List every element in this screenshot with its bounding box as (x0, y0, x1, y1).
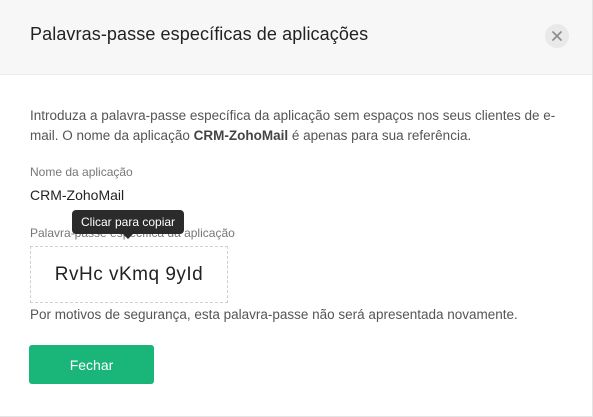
app-name-value: CRM-ZohoMail (30, 187, 125, 203)
app-name-label: Nome da aplicação (30, 165, 133, 179)
copy-tooltip: Clicar para copiar (72, 210, 185, 239)
app-password-copy-box[interactable]: RvHc vKmq 9yId (30, 246, 228, 303)
close-dialog-button[interactable] (545, 24, 569, 48)
close-icon (552, 31, 562, 41)
dialog-header: Palavras-passe específicas de aplicações (0, 0, 592, 75)
copy-tooltip-text: Clicar para copiar (81, 215, 176, 229)
dialog-title: Palavras-passe específicas de aplicações (30, 24, 369, 44)
intro-text-part2: é apenas para sua referência. (288, 128, 472, 143)
app-password-dialog: Palavras-passe específicas de aplicações… (0, 0, 593, 417)
intro-app-name: CRM-ZohoMail (193, 128, 289, 143)
app-password-value: RvHc vKmq 9yId (54, 263, 204, 285)
tooltip-arrow (123, 234, 134, 239)
security-note: Por motivos de segurança, esta palavra-p… (30, 307, 518, 322)
intro-text: Introduza a palavra-passe específica da … (30, 106, 560, 146)
close-button[interactable]: Fechar (29, 345, 154, 384)
